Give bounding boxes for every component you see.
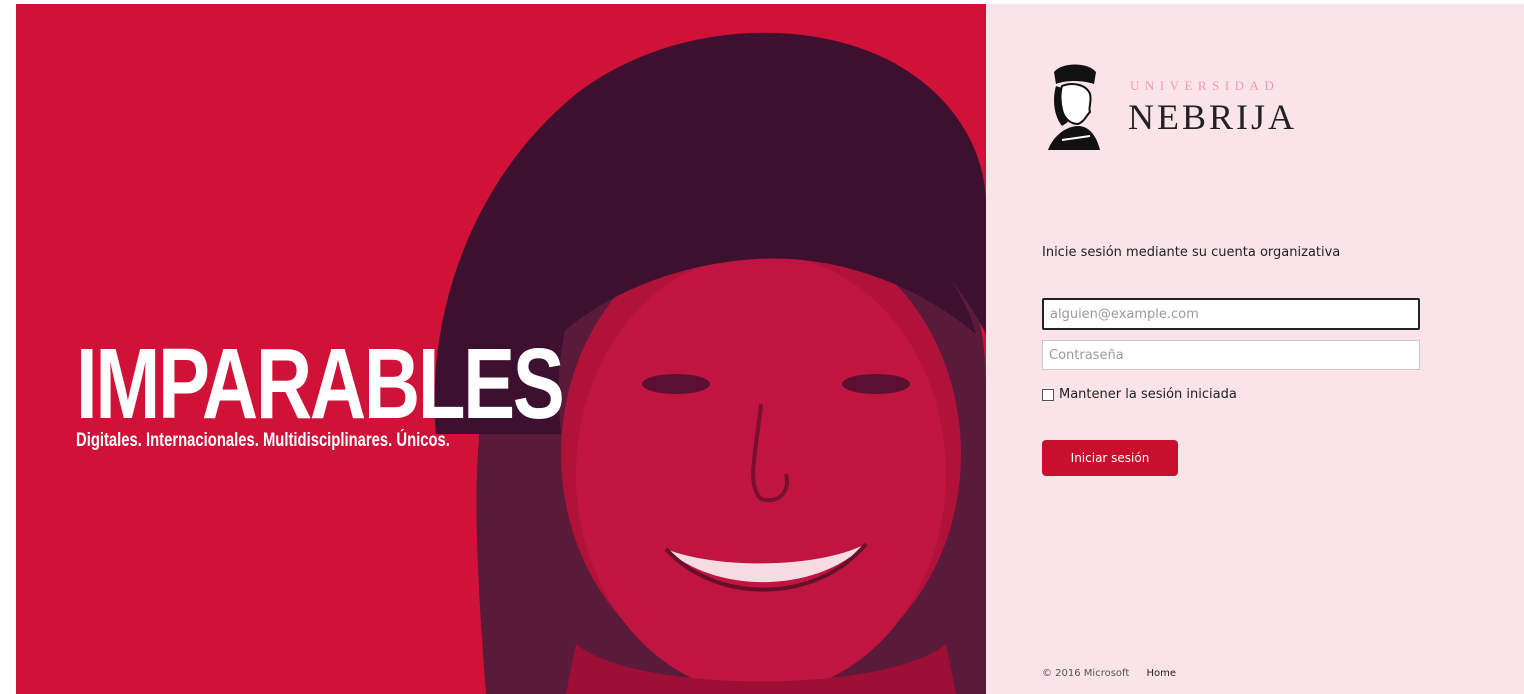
hero-text: IMPARABLES Digitales. Internacionales. M… <box>76 334 700 452</box>
nebrija-portrait-icon <box>1048 64 1100 150</box>
sign-in-button[interactable]: Iniciar sesión <box>1042 440 1178 476</box>
footer: © 2016 Microsoft Home <box>1042 668 1176 679</box>
hero-subtitle: Digitales. Internacionales. Multidiscipl… <box>76 430 450 451</box>
home-link[interactable]: Home <box>1147 668 1177 679</box>
logo-small-text: UNIVERSIDAD <box>1130 78 1280 93</box>
login-intro: Inicie sesión mediante su cuenta organiz… <box>1042 245 1341 260</box>
password-field[interactable] <box>1042 340 1420 370</box>
keep-signed-in-row[interactable]: Mantener la sesión iniciada <box>1042 387 1237 402</box>
email-field[interactable] <box>1042 298 1420 330</box>
login-panel: UNIVERSIDAD NEBRIJA Inicie sesión median… <box>986 4 1524 694</box>
hero-banner: IMPARABLES Digitales. Internacionales. M… <box>16 4 986 694</box>
university-logo: UNIVERSIDAD NEBRIJA <box>1042 60 1342 160</box>
keep-signed-in-checkbox[interactable] <box>1042 388 1054 401</box>
logo-big-text: NEBRIJA <box>1128 97 1298 137</box>
keep-signed-in-label: Mantener la sesión iniciada <box>1059 387 1237 402</box>
hero-title: IMPARABLES <box>76 328 565 440</box>
copyright-text: © 2016 Microsoft <box>1042 668 1130 679</box>
